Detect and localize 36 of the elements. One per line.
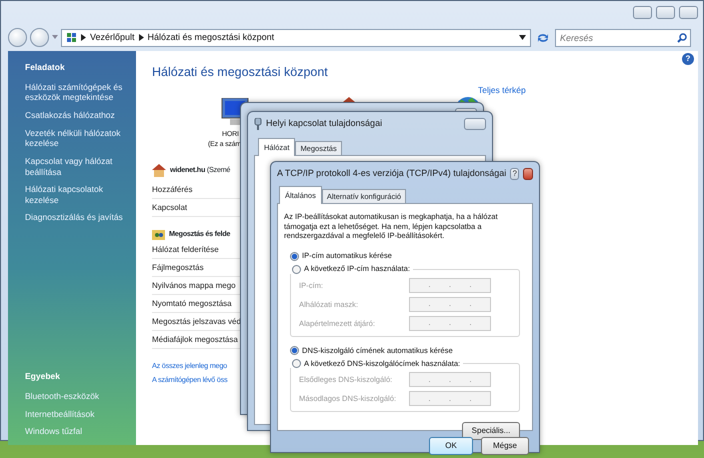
sharing-icon — [152, 228, 165, 241]
network-adapter-icon — [254, 118, 262, 130]
sidebar-heading: Feladatok — [25, 61, 66, 74]
cancel-button[interactable]: Mégse — [481, 436, 529, 455]
address-bar[interactable]: Vezérlőpult Hálózati és megosztási központ — [61, 28, 531, 46]
breadcrumb-arrow-icon — [138, 34, 144, 41]
sidebar-link[interactable]: Kapcsolat vagy hálózat beállítása — [25, 156, 128, 178]
minimize-button[interactable] — [633, 6, 652, 19]
sidebar-link[interactable]: Vezeték nélküli hálózatok kezelése — [25, 128, 128, 149]
control-panel-icon — [66, 32, 77, 43]
breadcrumb-item[interactable]: Vezérlőpult — [90, 30, 135, 44]
page-title: Hálózati és megosztási központ — [152, 64, 329, 81]
full-map-link[interactable]: Teljes térkép — [478, 84, 526, 96]
dialog-title: Helyi kapcsolat tulajdonságai — [266, 117, 382, 130]
sidebar-heading: Egyebek — [25, 370, 61, 384]
breadcrumb-item[interactable]: Hálózati és megosztási központ — [148, 30, 274, 44]
close-button[interactable] — [523, 168, 533, 180]
dropdown-icon[interactable] — [519, 35, 526, 40]
help-icon[interactable]: ? — [682, 53, 694, 65]
close-button[interactable] — [679, 6, 698, 19]
sidebar-link[interactable]: Csatlakozás hálózathoz — [25, 110, 128, 121]
house-icon — [152, 164, 166, 177]
sidebar-link[interactable]: Hálózati kapcsolatok kezelése — [25, 184, 128, 206]
ok-button[interactable]: OK — [429, 436, 473, 455]
breadcrumb-arrow-icon — [81, 34, 86, 41]
dialog-title: A TCP/IP protokoll 4-es verziója (TCP/IPv4) tulajdonságai — [277, 167, 506, 180]
back-button[interactable] — [8, 28, 27, 47]
search-field[interactable]: Keresés — [555, 28, 691, 46]
refresh-icon[interactable] — [536, 32, 550, 44]
help-button[interactable]: ? — [510, 168, 520, 180]
close-button[interactable] — [464, 118, 486, 130]
maximize-button[interactable] — [656, 6, 675, 19]
sidebar-link[interactable]: Diagnosztizálás és javítás — [25, 212, 128, 223]
search-icon[interactable] — [677, 32, 687, 42]
forward-button[interactable] — [30, 28, 49, 47]
sidebar-link[interactable]: Hálózati számítógépek és eszközök megtekintése — [25, 82, 128, 103]
